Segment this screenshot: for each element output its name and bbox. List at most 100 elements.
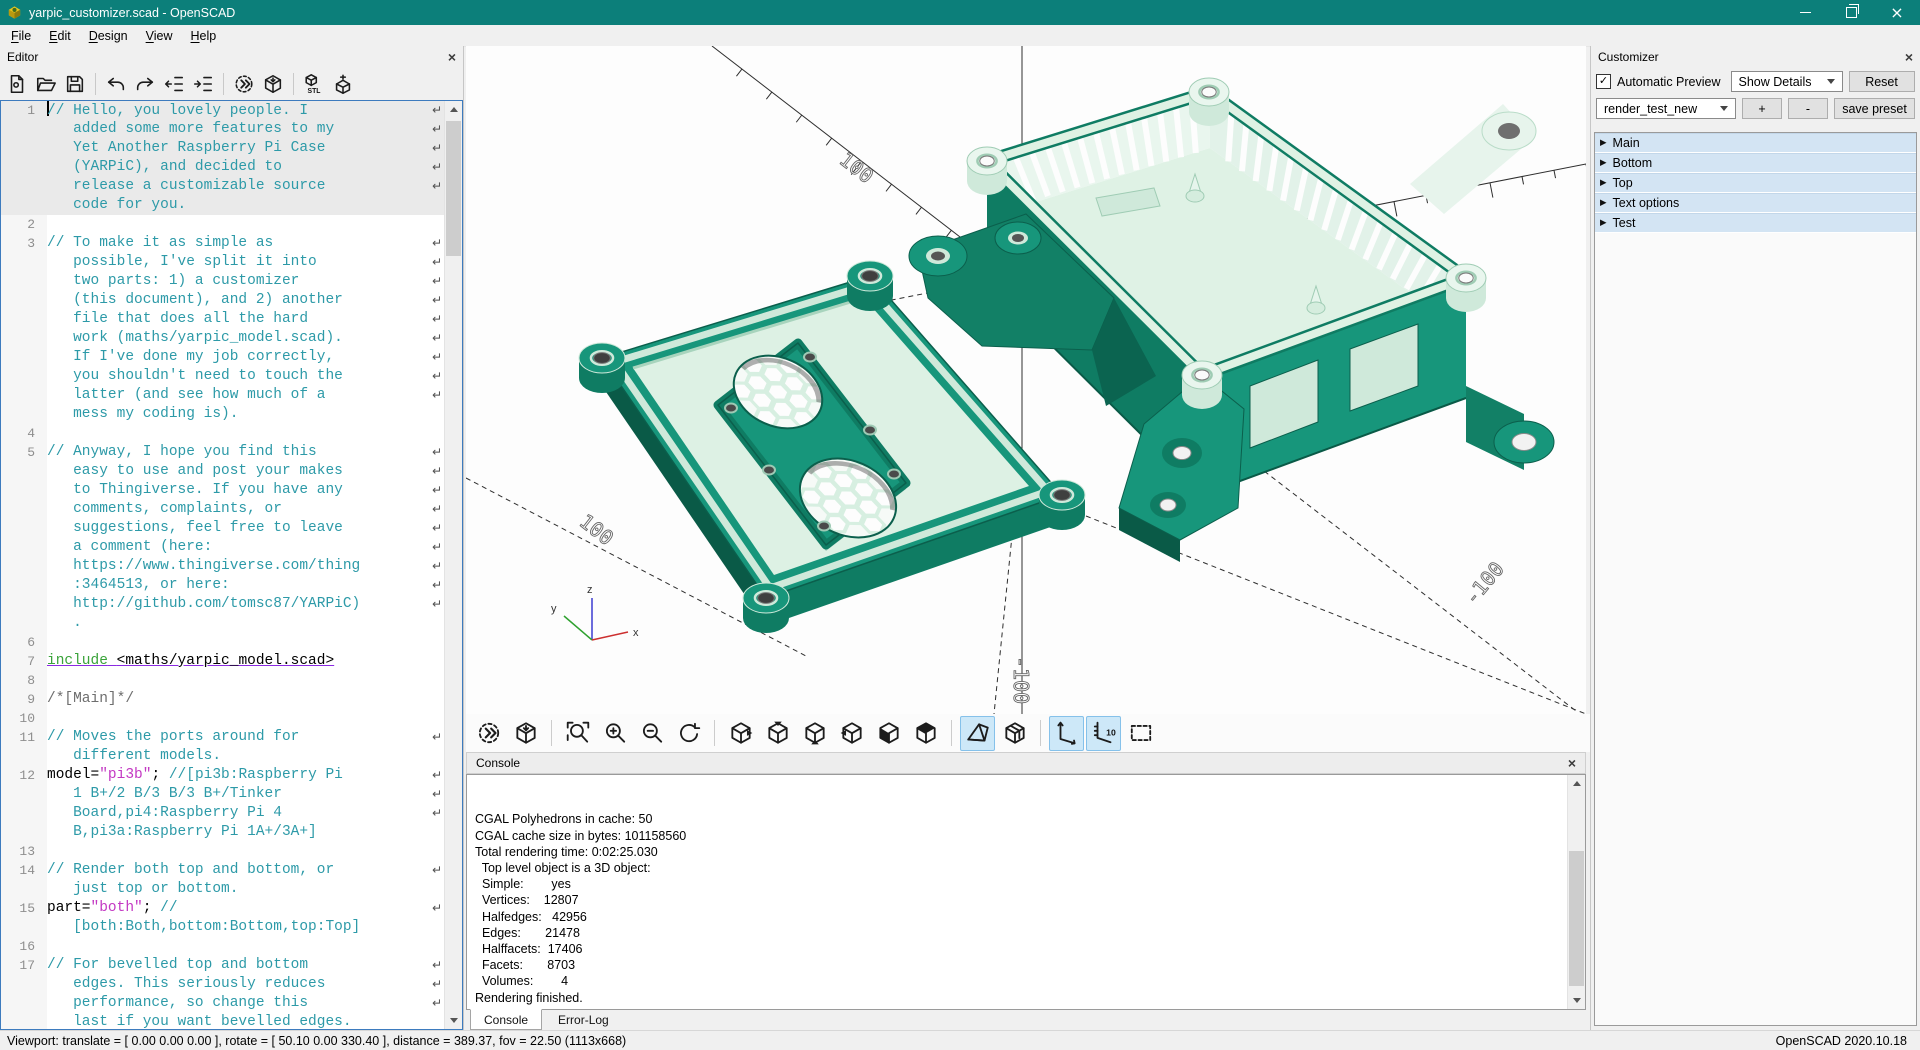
section-bottom[interactable]: ▶Bottom — [1595, 153, 1916, 173]
code-row: Board,pi4:Raspberry Pi 4↵ — [1, 804, 445, 823]
console-close-icon[interactable]: × — [1568, 756, 1576, 770]
tab-console[interactable]: Console — [470, 1009, 542, 1030]
line-number — [1, 386, 47, 405]
check-icon: ✓ — [1599, 76, 1608, 87]
zoom-out-button[interactable] — [634, 716, 669, 751]
console-line: Simple: yes — [475, 876, 1585, 892]
zoom-all-button[interactable] — [560, 716, 595, 751]
print-3d-button[interactable] — [329, 70, 357, 98]
automatic-preview-checkbox[interactable]: ✓ — [1596, 74, 1611, 89]
wrap-indicator-icon: ↵ — [429, 120, 445, 139]
editor-scrollbar[interactable] — [444, 101, 462, 1029]
code-text: Board,pi4:Raspberry Pi 4 — [47, 804, 429, 823]
menu-design[interactable]: Design — [80, 27, 137, 45]
render-button[interactable] — [508, 716, 543, 751]
perspective-button[interactable] — [960, 716, 995, 751]
line-number: 7 — [1, 652, 47, 671]
code-text: latter (and see how much of a — [47, 386, 429, 405]
wrap-spacer — [429, 918, 445, 937]
menu-view[interactable]: View — [137, 27, 182, 45]
save-preset-button[interactable]: save preset — [1834, 98, 1915, 119]
undo-button[interactable] — [102, 70, 130, 98]
code-row: different models. — [1, 747, 445, 766]
scroll-up-icon[interactable] — [1568, 775, 1585, 792]
wrap-indicator-icon: ↵ — [429, 462, 445, 481]
remove-preset-button[interactable]: - — [1788, 98, 1828, 119]
line-number — [1, 405, 47, 424]
preset-combobox[interactable]: render_test_new — [1596, 98, 1736, 119]
menu-help[interactable]: Help — [182, 27, 226, 45]
editor-scroll-thumb[interactable] — [446, 121, 461, 256]
add-preset-button[interactable]: + — [1742, 98, 1782, 119]
customizer-close-icon[interactable]: × — [1905, 50, 1913, 64]
save-button[interactable] — [61, 70, 89, 98]
view-right-button[interactable] — [723, 716, 758, 751]
redo-button[interactable] — [131, 70, 159, 98]
section-text-options[interactable]: ▶Text options — [1595, 193, 1916, 213]
view-back-button[interactable] — [908, 716, 943, 751]
orthogonal-button[interactable] — [997, 716, 1032, 751]
view-top-button[interactable] — [760, 716, 795, 751]
code-text: performance, so change this — [47, 994, 429, 1013]
section-top[interactable]: ▶Top — [1595, 173, 1916, 193]
section-test[interactable]: ▶Test — [1595, 213, 1916, 233]
code-text: two parts: 1) a customizer — [47, 272, 429, 291]
new-file-button[interactable] — [3, 70, 31, 98]
reset-view-button[interactable] — [671, 716, 706, 751]
wrap-spacer — [429, 405, 445, 424]
tab-error-log[interactable]: Error-Log — [544, 1010, 623, 1030]
details-dropdown[interactable]: Show Details — [1731, 71, 1843, 92]
menu-file[interactable]: File — [2, 27, 40, 45]
reset-button[interactable]: Reset — [1849, 71, 1915, 92]
view-all-button[interactable] — [1123, 716, 1158, 751]
section-label: Top — [1613, 176, 1633, 190]
line-number — [1, 310, 47, 329]
line-number: 8 — [1, 671, 47, 690]
code-text: last if you want bevelled edges. — [47, 1013, 429, 1029]
code-editor[interactable]: 1// Hello, you lovely people. I↵ added s… — [0, 100, 463, 1030]
restore-button[interactable] — [1828, 0, 1874, 25]
scroll-down-icon[interactable] — [1568, 992, 1585, 1009]
3d-viewport[interactable]: 100 100 -100 -100 — [466, 46, 1586, 714]
wrap-indicator-icon: ↵ — [429, 994, 445, 1013]
unindent-button[interactable] — [160, 70, 188, 98]
minimize-button[interactable] — [1782, 0, 1828, 25]
line-number — [1, 823, 47, 842]
open-file-button[interactable] — [32, 70, 60, 98]
export-stl-button[interactable]: STL — [300, 70, 328, 98]
preview-button[interactable] — [230, 70, 258, 98]
code-text: model="pi3b"; //[pi3b:Raspberry Pi — [47, 766, 429, 785]
line-number — [1, 557, 47, 576]
zoom-in-button[interactable] — [597, 716, 632, 751]
indent-button[interactable] — [189, 70, 217, 98]
console-scrollbar[interactable] — [1567, 775, 1585, 1009]
code-row: added some more features to my↵ — [1, 120, 445, 139]
render-button[interactable] — [259, 70, 287, 98]
code-text — [47, 842, 429, 861]
console-line: Total rendering time: 0:02:25.030 — [475, 844, 1585, 860]
wrap-spacer — [429, 215, 445, 234]
wrap-spacer — [429, 842, 445, 861]
preview-button[interactable] — [471, 716, 506, 751]
view-left-button[interactable] — [834, 716, 869, 751]
show-axes-button[interactable] — [1049, 716, 1084, 751]
menu-edit[interactable]: Edit — [40, 27, 80, 45]
expand-triangle-icon: ▶ — [1600, 199, 1607, 208]
console-scroll-thumb[interactable] — [1569, 851, 1584, 986]
line-number — [1, 120, 47, 139]
show-scale-markers-button[interactable]: 10 — [1086, 716, 1121, 751]
line-number: 10 — [1, 709, 47, 728]
line-number — [1, 595, 47, 614]
editor-close-icon[interactable]: × — [448, 50, 456, 64]
code-row: work (maths/yarpic_model.scad).↵ — [1, 329, 445, 348]
section-main[interactable]: ▶Main — [1595, 133, 1916, 153]
line-number: 16 — [1, 937, 47, 956]
view-bottom-button[interactable] — [797, 716, 832, 751]
svg-text:10: 10 — [1106, 728, 1116, 738]
scroll-up-icon[interactable] — [445, 101, 462, 118]
scroll-down-icon[interactable] — [445, 1012, 462, 1029]
close-button[interactable]: × — [1874, 0, 1920, 25]
view-front-button[interactable] — [871, 716, 906, 751]
code-row: 15part="both"; //↵ — [1, 899, 445, 918]
code-text: (this document), and 2) another — [47, 291, 429, 310]
